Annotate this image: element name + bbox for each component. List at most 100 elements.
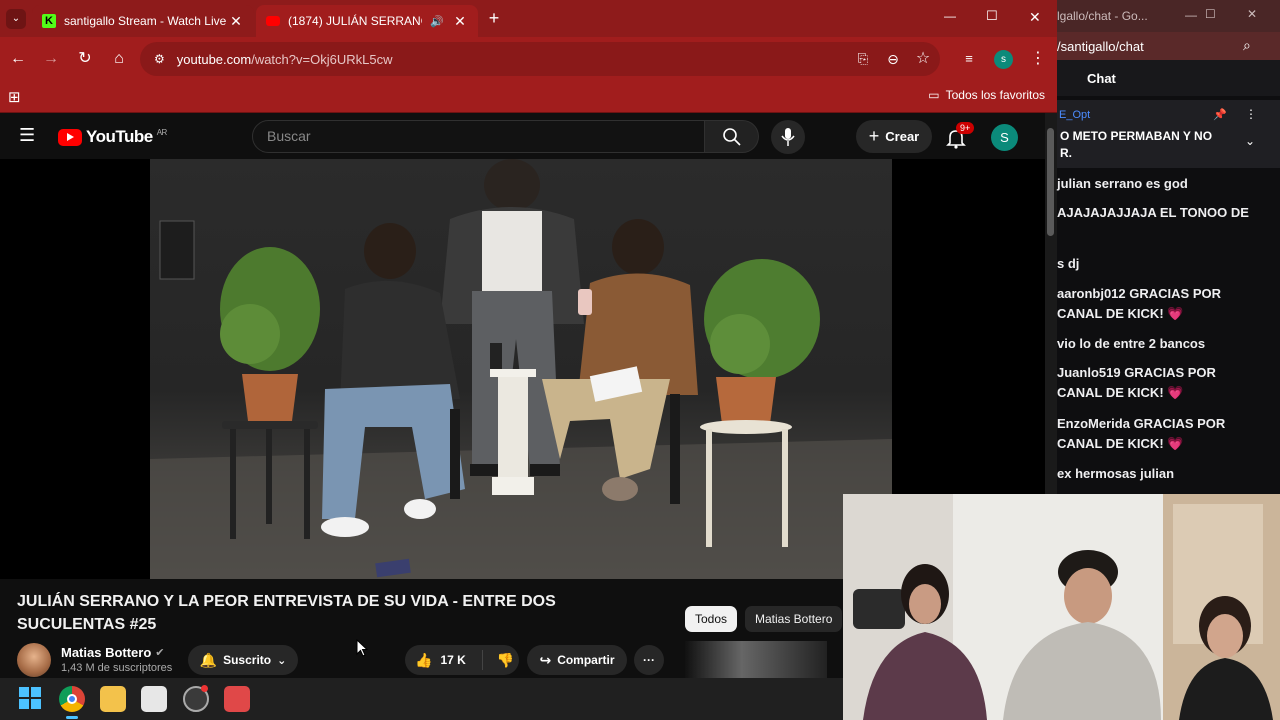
subscriber-count: 1,43 M de suscriptores: [61, 662, 173, 674]
zoom-icon[interactable]: ⊖: [881, 47, 905, 71]
zoom-icon[interactable]: ⌕: [1243, 37, 1251, 54]
close-window-button[interactable]: ✕: [1247, 7, 1257, 21]
create-label: Crear: [885, 129, 920, 144]
share-button[interactable]: ↪ Compartir: [527, 645, 627, 675]
microphone-icon: [781, 128, 795, 146]
video-frame[interactable]: [150, 159, 892, 579]
install-app-icon[interactable]: ⎘: [851, 47, 875, 71]
mouse-cursor-icon: [356, 639, 368, 657]
tab-kick[interactable]: K santigallo Stream - Watch Live o ✕: [32, 5, 254, 37]
address-bar: ← → ↻ ⌂ ⚙ youtube.com/watch?v=Okj6URkL5c…: [0, 37, 1057, 81]
chat-window-title: lgallo/chat - Go...: [1057, 9, 1148, 23]
app-red-icon[interactable]: [224, 686, 250, 712]
share-arrow-icon: ↪: [539, 651, 552, 668]
plant-left: [220, 247, 320, 539]
taskbar: [0, 678, 843, 720]
tab-youtube[interactable]: (1874) JULIÁN SERRANO Y L 🔊 ✕: [256, 5, 478, 37]
video-title: JULIÁN SERRANO Y LA PEOR ENTREVISTA DE S…: [17, 593, 556, 633]
pinned-user: E_Opt: [1059, 109, 1091, 121]
all-bookmarks-label: Todos los favoritos: [945, 88, 1045, 102]
account-avatar[interactable]: S: [991, 124, 1018, 151]
like-count: 17 K: [440, 653, 466, 667]
home-icon[interactable]: ⌂: [107, 47, 131, 71]
youtube-play-icon: [58, 128, 82, 146]
chat-message: CANAL DE KICK! 💗: [1057, 306, 1184, 321]
maximize-button[interactable]: ☐: [1205, 7, 1216, 21]
thumbs-down-icon[interactable]: 👎: [497, 652, 514, 669]
chrome-icon[interactable]: [59, 686, 85, 712]
recommended-thumbnail[interactable]: [685, 641, 827, 678]
pinned-menu-icon[interactable]: ⋮: [1245, 107, 1257, 121]
reload-icon[interactable]: ↻: [73, 47, 97, 71]
search-input[interactable]: Buscar: [252, 120, 705, 153]
close-tab-icon[interactable]: ✕: [228, 13, 244, 30]
share-label: Compartir: [557, 653, 615, 667]
windows-start-icon[interactable]: [19, 687, 41, 709]
like-button[interactable]: 👍 17 K: [415, 652, 466, 669]
bookmark-star-icon[interactable]: ☆: [911, 47, 935, 71]
youtube-logo[interactable]: YouTube AR: [58, 127, 167, 147]
chat-url-bar[interactable]: /santigallo/chat ⌕: [1057, 32, 1280, 60]
active-app-indicator: [66, 716, 78, 719]
search-button[interactable]: [705, 120, 759, 153]
forward-icon[interactable]: →: [39, 47, 63, 71]
webcam-image: [843, 494, 1280, 720]
tab-title: santigallo Stream - Watch Live o: [64, 14, 228, 28]
expand-chevron-icon[interactable]: ⌄: [1245, 134, 1255, 148]
chip-all[interactable]: Todos: [685, 606, 738, 632]
site-info-icon[interactable]: ⚙: [154, 52, 165, 66]
hamburger-menu-icon[interactable]: ☰: [19, 125, 35, 146]
url-field[interactable]: ⚙ youtube.com/watch?v=Okj6URkL5cw: [140, 42, 940, 76]
chat-window: lgallo/chat - Go... — ☐ ✕ /santigallo/ch…: [1057, 0, 1280, 495]
create-button[interactable]: + Crear: [856, 120, 932, 153]
more-actions-button[interactable]: ···: [634, 645, 664, 675]
bell-icon: 🔔: [199, 651, 218, 668]
minimize-button[interactable]: —: [1185, 8, 1197, 22]
like-dislike-group: 👍 17 K 👎: [405, 645, 519, 675]
voice-search-button[interactable]: [771, 120, 805, 154]
chip-channel[interactable]: Matias Bottero: [745, 606, 843, 632]
profile-avatar[interactable]: s: [994, 50, 1013, 69]
subscribe-button[interactable]: 🔔 Suscrito ⌄: [188, 645, 298, 675]
chat-header-title: Chat: [1087, 71, 1116, 86]
chat-message: aaronbj012 GRACIAS POR: [1057, 286, 1221, 301]
file-explorer-icon[interactable]: [100, 686, 126, 712]
record-indicator-icon: [201, 685, 208, 692]
back-icon[interactable]: ←: [6, 47, 30, 71]
store-icon[interactable]: [141, 686, 167, 712]
menu-kebab-icon[interactable]: ⋮: [1026, 47, 1050, 71]
verified-icon: ✔: [155, 647, 165, 659]
video-scene-image: [150, 159, 892, 579]
subscribe-label: Suscrito: [223, 653, 272, 667]
youtube-logo-text: YouTube: [86, 127, 153, 146]
thumbs-up-icon: 👍: [415, 651, 433, 668]
url-domain: youtube.com: [176, 51, 252, 67]
chat-message: CANAL DE KICK! 💗: [1057, 385, 1184, 400]
speaker-icon[interactable]: 🔊: [430, 15, 444, 28]
plus-icon: +: [868, 126, 880, 146]
chat-message: ex hermosas julian: [1057, 466, 1175, 481]
apps-grid-icon[interactable]: ⊞: [8, 88, 21, 106]
chat-message: EnzoMerida GRACIAS POR: [1057, 416, 1226, 431]
chat-titlebar: lgallo/chat - Go... — ☐ ✕: [1057, 0, 1280, 32]
maximize-button[interactable]: ☐: [986, 8, 998, 24]
kick-icon: K: [42, 14, 56, 28]
bookmarks-bar: ⊞ ▭ Todos los favoritos: [0, 81, 1057, 113]
new-tab-button[interactable]: +: [484, 8, 504, 29]
minimize-button[interactable]: —: [944, 9, 956, 23]
channel-name[interactable]: Matias Bottero ✔: [61, 645, 165, 660]
media-control-icon[interactable]: ≡: [957, 47, 981, 71]
channel-avatar[interactable]: [17, 643, 51, 677]
url-path: /watch?v=Okj6URkL5cw: [251, 51, 393, 67]
all-bookmarks[interactable]: ▭ Todos los favoritos: [928, 88, 1045, 102]
notification-count-badge: 9+: [956, 122, 975, 134]
chat-message: Juanlo519 GRACIAS POR: [1057, 365, 1216, 380]
pin-icon[interactable]: 📌: [1213, 108, 1227, 121]
scrollbar-thumb[interactable]: [1047, 128, 1054, 236]
divider: [481, 650, 483, 670]
channel-name-text: Matias Bottero: [61, 645, 152, 660]
close-window-button[interactable]: ✕: [1029, 9, 1041, 26]
pinned-message[interactable]: E_Opt 📌 ⋮ O METO PERMABAN Y NO R. ⌄: [1057, 100, 1280, 168]
close-tab-icon[interactable]: ✕: [452, 13, 468, 30]
tab-search-button[interactable]: ⌄: [6, 9, 26, 29]
